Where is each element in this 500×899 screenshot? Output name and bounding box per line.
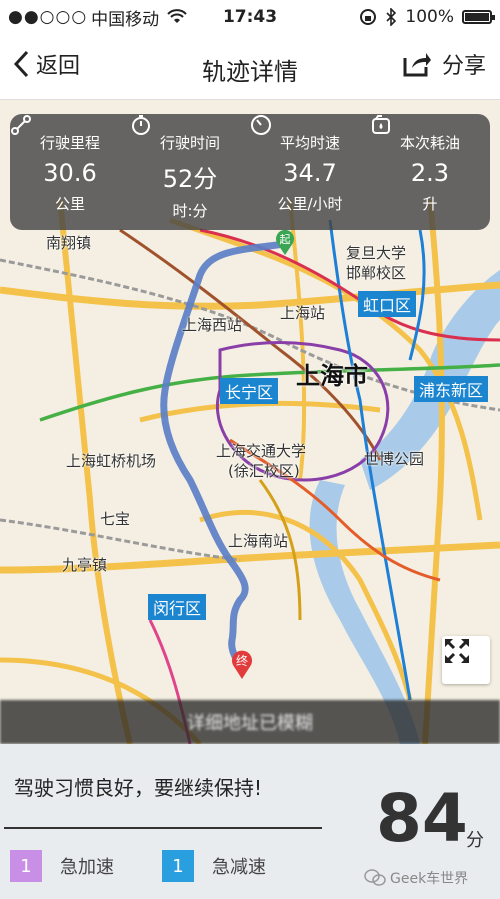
map-label: (徐汇校区) [228, 462, 300, 480]
driving-summary-panel: 驾驶习惯良好，要继续保持! 84 分 1 急加速 1 急减速 Geek车世界 [0, 744, 500, 899]
route-icon [11, 115, 31, 135]
nav-bar: 返回 轨迹详情 分享 [0, 34, 500, 100]
map-label: 上海西站 [182, 316, 243, 334]
map-label: 长宁区 [220, 378, 279, 404]
fullscreen-button[interactable] [442, 636, 490, 684]
back-label: 返回 [36, 54, 81, 79]
watermark: Geek车世界 [364, 868, 468, 888]
stopwatch-icon [132, 115, 150, 135]
fuel-icon [372, 115, 390, 134]
map-label: 七宝 [100, 510, 131, 528]
back-button[interactable]: 返回 [12, 48, 80, 80]
rotation-lock-icon [360, 9, 377, 25]
carrier-name: 中国移动 [91, 9, 160, 30]
bluetooth-icon [386, 8, 397, 26]
map-label: 上海南站 [228, 532, 289, 550]
battery-icon [462, 10, 495, 24]
stat-fuel: 本次耗油 2.3 升 [370, 114, 490, 230]
location-address: 详细地址已模糊 [0, 700, 500, 744]
map-label: 复旦大学 [346, 244, 407, 262]
score-unit: 分 [466, 830, 484, 851]
wechat-icon [364, 869, 386, 886]
stat-distance: 行驶里程 30.6 公里 [10, 114, 130, 230]
map-label: 上海交通大学 [216, 442, 307, 460]
share-icon [403, 53, 431, 77]
map-label: 浦东新区 [414, 376, 489, 402]
battery-percent: 100% [405, 7, 454, 27]
chevron-left-icon [13, 50, 29, 78]
share-button[interactable]: 分享 [402, 48, 486, 80]
hard-braking-label: 急减速 [212, 857, 266, 878]
map-view[interactable]: 起 终 南翔镇 复旦大学 邯郸校区 虹口区 上海站 上海西站 上海市 长宁区 浦… [0, 100, 500, 744]
end-marker[interactable]: 终 [230, 648, 254, 680]
map-label: 上海站 [280, 304, 326, 322]
driving-comment: 驾驶习惯良好，要继续保持! [14, 776, 263, 800]
map-label: 闵行区 [148, 594, 207, 620]
map-label: 邯郸校区 [346, 264, 407, 282]
trip-stats-panel: 行驶里程 30.6 公里 行驶时间 52分 时:分 平均时速 34.7 公里/小… [10, 114, 490, 230]
hard-acceleration-count: 1 [10, 850, 42, 882]
driving-score: 84 [376, 780, 468, 857]
map-label: 南翔镇 [46, 234, 92, 252]
map-label: 上海虹桥机场 [66, 452, 157, 470]
event-hard-braking: 1 急减速 [162, 850, 266, 882]
hard-braking-count: 1 [162, 850, 194, 882]
speedometer-icon [251, 115, 271, 135]
map-label: 世博公园 [364, 450, 425, 468]
signal-strength: ●●○○○ [8, 7, 88, 27]
map-label: 上海市 [296, 362, 368, 390]
hard-acceleration-label: 急加速 [60, 857, 114, 878]
start-marker[interactable]: 起 [274, 228, 296, 256]
event-hard-acceleration: 1 急加速 [10, 850, 114, 882]
share-label: 分享 [441, 54, 486, 79]
map-label: 九亭镇 [62, 556, 108, 574]
divider [4, 827, 322, 829]
status-bar: ●●○○○ 中国移动 17:43 100% [0, 0, 500, 34]
wifi-icon [167, 9, 187, 23]
map-label: 虹口区 [358, 291, 417, 317]
stat-duration: 行驶时间 52分 时:分 [130, 114, 250, 230]
expand-icon [445, 639, 469, 663]
stat-avg-speed: 平均时速 34.7 公里/小时 [250, 114, 370, 230]
